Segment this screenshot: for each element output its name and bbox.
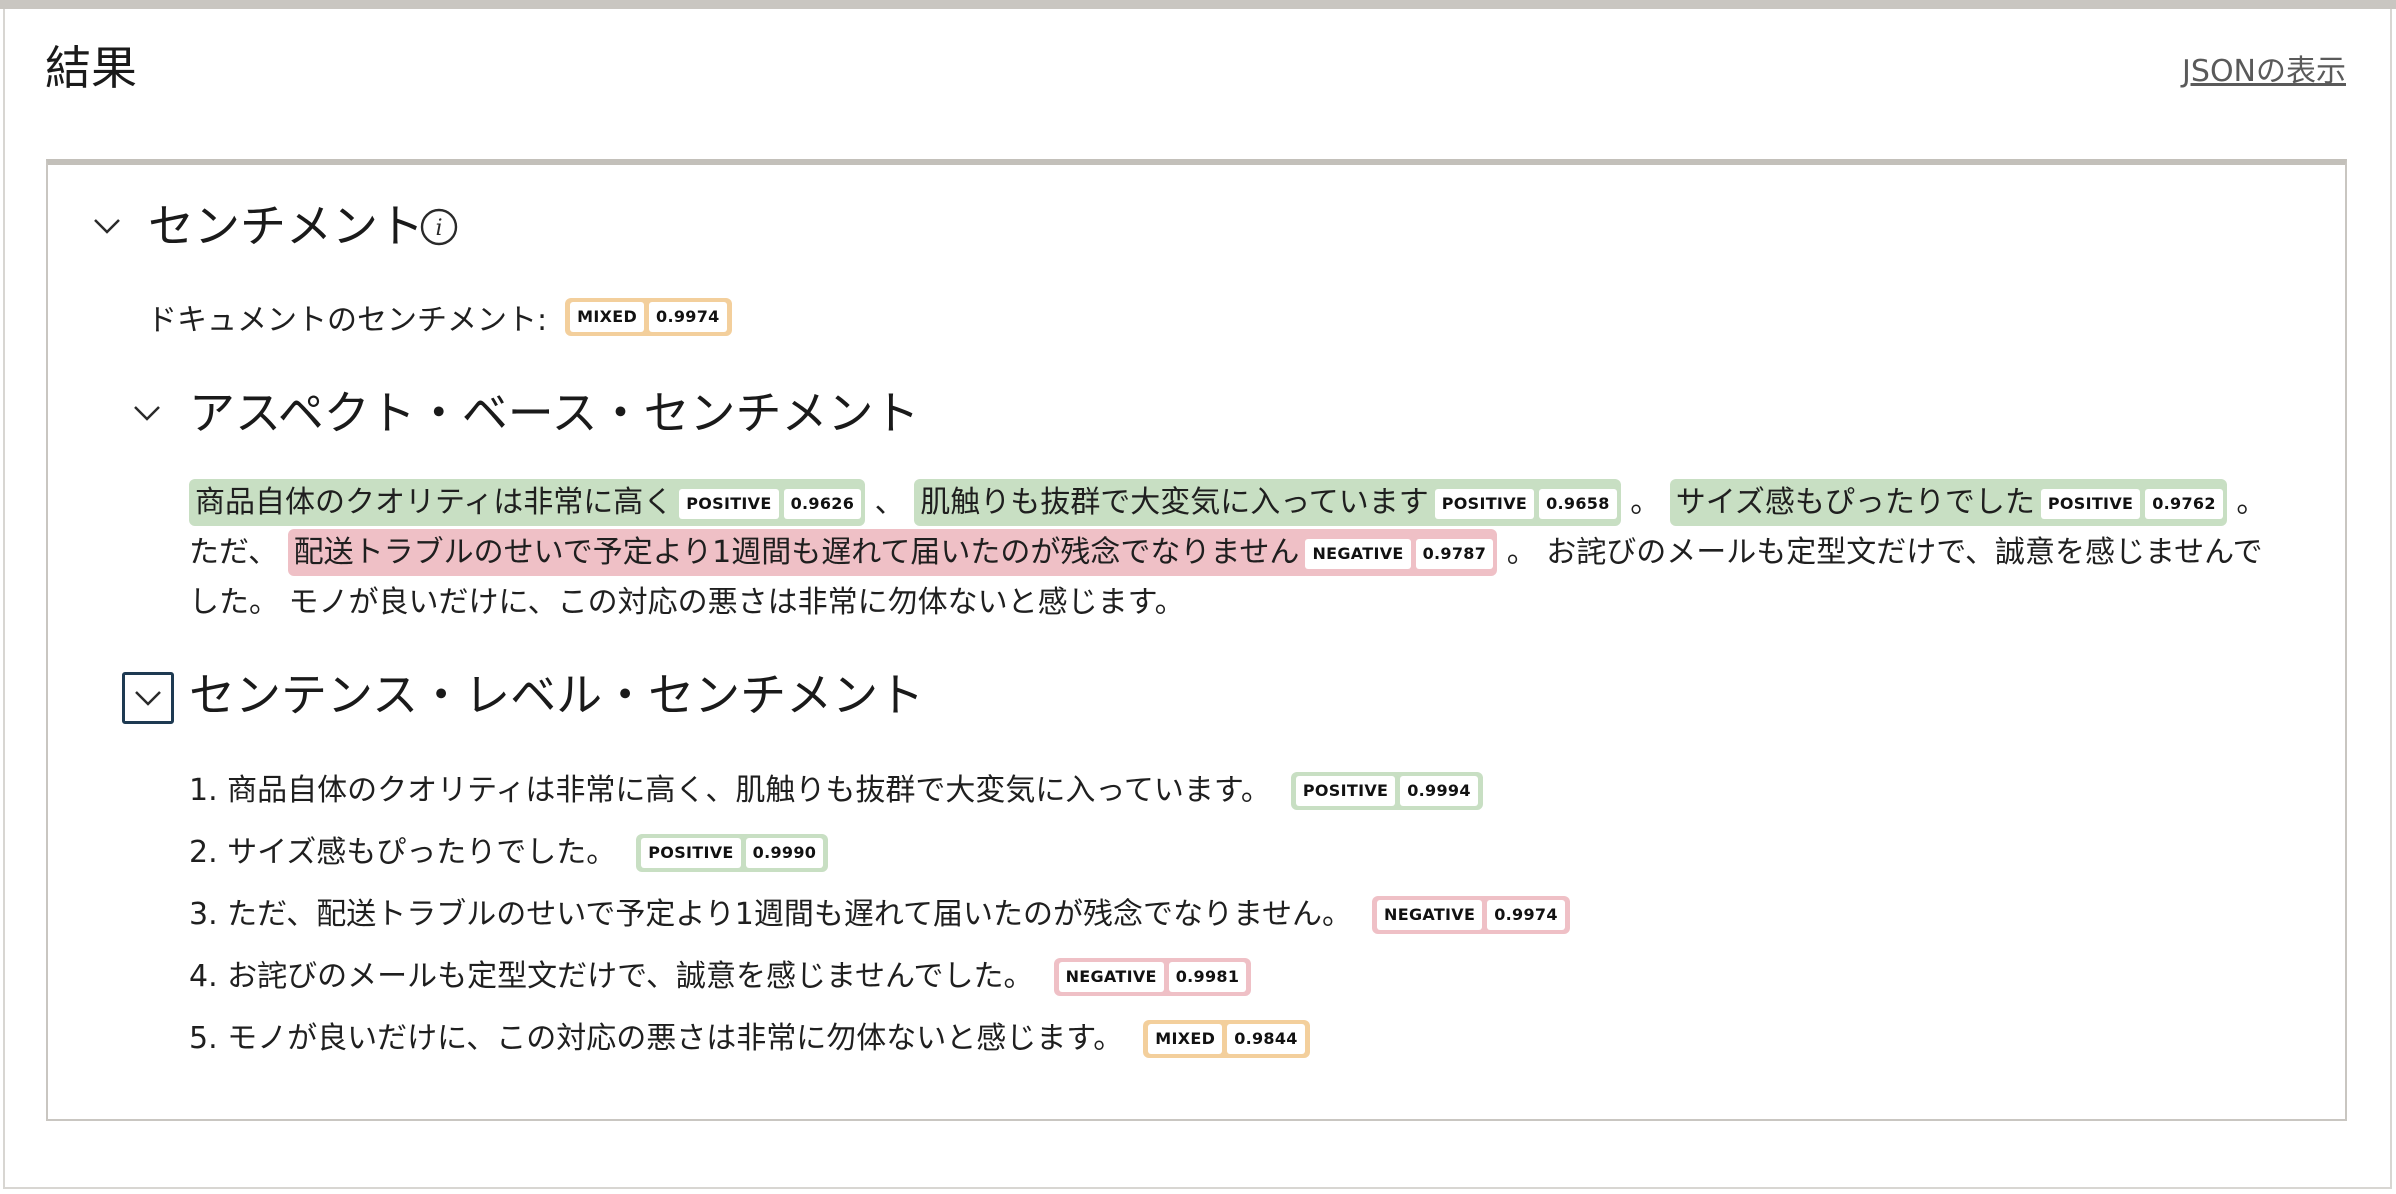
sentence-text: 2. サイズ感もぴったりでした。 <box>189 835 617 870</box>
aspect-span: 配送トラブルのせいで予定より1週間も遅れて届いたのが残念でなりません NEGATI… <box>287 529 1498 576</box>
sentiment-badge: NEGATIVE 0.9981 <box>1053 958 1252 996</box>
badge-label: POSITIVE <box>1295 776 1396 806</box>
aspect-span-text: 配送トラブルのせいで予定より1週間も遅れて届いたのが残念でなりません <box>293 535 1300 570</box>
sentiment-badge: POSITIVE 0.9658 <box>1429 488 1617 520</box>
aspect-title: アスペクト・ベース・センチメント <box>189 386 920 440</box>
badge-label: MIXED <box>1148 1024 1223 1054</box>
sentiment-badge: NEGATIVE 0.9974 <box>1372 896 1570 934</box>
sentence-text: 3. ただ、配送トラブルのせいで予定より1週間も遅れて届いたのが残念でなりません… <box>189 897 1353 932</box>
badge-score: 0.9974 <box>1487 900 1565 930</box>
sentence-item: 4. お詫びのメールも定型文だけで、誠意を感じませんでした。 NEGATIVE 0.… <box>189 946 1570 1008</box>
aspect-span: 肌触りも抜群で大変気に入っています POSITIVE 0.9658 <box>914 479 1621 526</box>
badge-label: POSITIVE <box>679 488 779 519</box>
info-glyph: i <box>435 216 442 241</box>
badge-label: NEGATIVE <box>1305 538 1411 569</box>
badge-score: 0.9787 <box>1415 538 1494 569</box>
badge-score: 0.9994 <box>1400 776 1478 806</box>
sentence-item: 5. モノが良いだけに、この対応の悪さは非常に勿体ないと感じます。 MIXED 0.… <box>189 1008 1570 1070</box>
sentiment-title: センチメント <box>148 199 424 253</box>
badge-score: 0.9626 <box>783 488 862 519</box>
sentiment-collapse-toggle[interactable] <box>84 203 130 249</box>
document-sentiment-badge: MIXED 0.9974 <box>565 298 732 336</box>
sentiment-badge: MIXED 0.9844 <box>1143 1020 1310 1058</box>
sentence-text: 5. モノが良いだけに、この対応の悪さは非常に勿体ないと感じます。 <box>189 1021 1124 1056</box>
sentence-item: 1. 商品自体のクオリティは非常に高く、肌触りも抜群で大変気に入っています。 PO… <box>189 760 1570 822</box>
document-sentiment-row: ドキュメントのセンチメント: MIXED 0.9974 <box>147 295 732 339</box>
sentence-collapse-toggle[interactable] <box>122 672 174 724</box>
aspect-span: 商品自体のクオリティは非常に高く POSITIVE 0.9626 <box>189 479 866 526</box>
badge-label: NEGATIVE <box>1058 962 1164 992</box>
aspect-span-text: 肌触りも抜群で大変気に入っています <box>920 485 1429 520</box>
show-json-link[interactable]: JSONの表示 <box>2182 52 2346 92</box>
aspect-span: サイズ感もぴったりでした POSITIVE 0.9762 <box>1669 479 2227 526</box>
badge-score: 0.9974 <box>649 302 727 332</box>
sentiment-badge: POSITIVE 0.9990 <box>636 834 829 872</box>
sentiment-badge: POSITIVE 0.9994 <box>1290 772 1483 810</box>
badge-label: MIXED <box>570 302 645 332</box>
badge-score: 0.9844 <box>1227 1024 1305 1054</box>
chevron-down-icon <box>135 691 161 706</box>
badge-score: 0.9981 <box>1168 962 1247 992</box>
results-title: 結果 <box>45 41 137 95</box>
sentence-title: センテンス・レベル・センチメント <box>189 668 925 722</box>
aspect-plain-text: 。 <box>1620 485 1670 520</box>
badge-score: 0.9990 <box>745 838 824 868</box>
document-sentiment-label: ドキュメントのセンチメント: <box>147 303 548 338</box>
badge-label: POSITIVE <box>2040 488 2141 519</box>
sentence-text: 1. 商品自体のクオリティは非常に高く、肌触りも抜群で大変気に入っています。 <box>189 773 1271 808</box>
aspect-plain-text: 、 <box>865 485 915 520</box>
aspect-span-text: サイズ感もぴったりでした <box>1675 485 2035 520</box>
aspect-collapse-toggle[interactable] <box>124 390 170 436</box>
badge-score: 0.9658 <box>1539 488 1617 519</box>
sentiment-badge: POSITIVE 0.9762 <box>2035 488 2223 520</box>
badge-label: POSITIVE <box>641 838 741 868</box>
chevron-down-icon <box>94 219 120 234</box>
top-strip <box>0 0 2396 9</box>
badge-label: NEGATIVE <box>1377 900 1483 930</box>
sentence-list: 1. 商品自体のクオリティは非常に高く、肌触りも抜群で大変気に入っています。 PO… <box>189 760 1570 1070</box>
badge-label: POSITIVE <box>1434 488 1535 519</box>
sentiment-badge: NEGATIVE 0.9787 <box>1299 538 1494 570</box>
aspect-paragraph: 商品自体のクオリティは非常に高く POSITIVE 0.9626 、 肌触りも抜群で… <box>189 478 2279 628</box>
sentiment-badge: POSITIVE 0.9626 <box>673 488 862 520</box>
badge-score: 0.9762 <box>2145 488 2223 519</box>
info-icon[interactable]: i <box>420 208 458 246</box>
sentence-item: 2. サイズ感もぴったりでした。 POSITIVE 0.9990 <box>189 822 1570 884</box>
sentence-text: 4. お詫びのメールも定型文だけで、誠意を感じませんでした。 <box>189 959 1034 994</box>
sentence-item: 3. ただ、配送トラブルのせいで予定より1週間も遅れて届いたのが残念でなりません… <box>189 884 1570 946</box>
aspect-span-text: 商品自体のクオリティは非常に高く <box>195 485 674 520</box>
chevron-down-icon <box>134 406 160 421</box>
